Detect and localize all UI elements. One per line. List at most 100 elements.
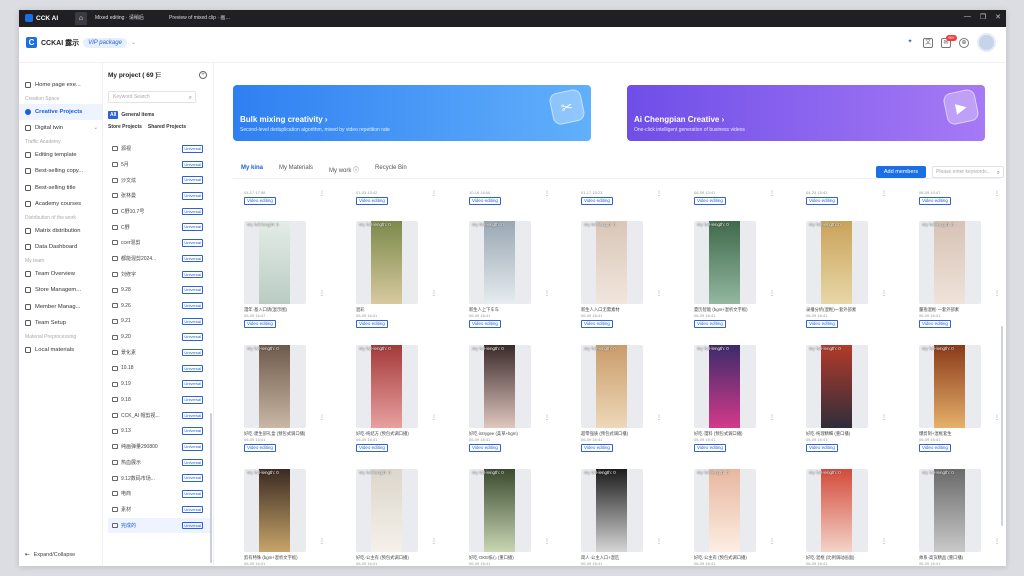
video-thumbnail[interactable]: My full-length: 0 bbox=[356, 469, 418, 552]
window-tab-1[interactable]: Mixed editing · 请稍后 bbox=[91, 13, 148, 24]
more-icon[interactable]: ⋮ bbox=[656, 539, 662, 545]
more-icon[interactable]: ⋮ bbox=[769, 291, 775, 297]
video-thumbnail[interactable]: My full-length: 0 bbox=[806, 221, 868, 304]
folder-item[interactable]: 都能混剪2024... Universal bbox=[108, 251, 212, 267]
tab-my-materials[interactable]: My Materials bbox=[279, 165, 313, 174]
video-thumbnail[interactable]: My full-length: 0 bbox=[244, 469, 306, 552]
sidebar-item[interactable]: Data Dashboard bbox=[19, 239, 102, 256]
folder-item[interactable]: 素材 Universal bbox=[108, 502, 212, 518]
home-tab[interactable]: ⌂ bbox=[75, 12, 87, 25]
video-thumbnail[interactable]: My full-length: 0 bbox=[469, 469, 531, 552]
sidebar-item[interactable]: Matrix distribution bbox=[19, 223, 102, 240]
more-icon[interactable]: ⋮ bbox=[319, 291, 325, 297]
more-icon[interactable]: ⋮ bbox=[656, 191, 662, 197]
more-icon[interactable]: ⋮ bbox=[769, 415, 775, 421]
video-thumbnail[interactable]: My full-length: 0 bbox=[694, 221, 756, 304]
more-icon[interactable]: ⋮ bbox=[431, 291, 437, 297]
tab-my-work[interactable]: My work ⓘ bbox=[329, 165, 359, 174]
more-icon[interactable]: ⋮ bbox=[544, 291, 550, 297]
vip-badge[interactable]: VIP package bbox=[83, 37, 127, 48]
filter-store[interactable]: Store Projects bbox=[108, 124, 142, 130]
folder-item[interactable]: 9.20 Universal bbox=[108, 329, 212, 345]
sidebar-item[interactable]: Store Managem... bbox=[19, 282, 102, 299]
video-thumbnail[interactable]: My full-length: 0 bbox=[244, 221, 306, 304]
folder-item[interactable]: ccer混剪 Universal bbox=[108, 235, 212, 251]
folder-item[interactable]: 刘修字 Universal bbox=[108, 267, 212, 283]
more-icon[interactable]: ⋮ bbox=[769, 191, 775, 197]
video-thumbnail[interactable]: My full-length: 0 bbox=[581, 469, 643, 552]
folder-item[interactable]: 沙文炫 Universal bbox=[108, 172, 212, 188]
folder-item[interactable]: 纯画弹量290800 Universal bbox=[108, 439, 212, 455]
folder-item[interactable]: 9.28 Universal bbox=[108, 282, 212, 298]
video-thumbnail[interactable]: My full-length: 0 bbox=[469, 221, 531, 304]
video-thumbnail[interactable]: My full-length: 0 bbox=[356, 221, 418, 304]
more-icon[interactable]: ⋮ bbox=[769, 539, 775, 545]
folder-item[interactable]: 5月 Universal bbox=[108, 157, 212, 173]
message-icon[interactable]: ✉ 99+ bbox=[941, 34, 957, 48]
more-icon[interactable]: ⋮ bbox=[544, 191, 550, 197]
video-thumbnail[interactable]: My full-length: 0 bbox=[694, 469, 756, 552]
sidebar-item[interactable]: Best-selling copy... bbox=[19, 163, 102, 180]
folder-item[interactable]: 9.21 Universal bbox=[108, 314, 212, 330]
video-thumbnail[interactable]: My full-length: 0 bbox=[919, 469, 981, 552]
add-project-icon[interactable]: + bbox=[199, 71, 207, 79]
more-icon[interactable]: ⋮ bbox=[544, 415, 550, 421]
close-button[interactable]: ✕ bbox=[995, 13, 1001, 21]
video-thumbnail[interactable]: My full-length: 0 bbox=[806, 469, 868, 552]
more-icon[interactable]: ⋮ bbox=[881, 191, 887, 197]
bulk-mixing-banner[interactable]: Bulk mixing creativity › Second-level de… bbox=[233, 85, 591, 141]
filter-general[interactable]: General items bbox=[121, 112, 154, 118]
folder-item[interactable]: 10.18 Universal bbox=[108, 361, 212, 377]
more-icon[interactable]: ⋮ bbox=[431, 191, 437, 197]
video-thumbnail[interactable]: My full-length: 0 bbox=[469, 345, 531, 428]
folder-item[interactable]: 9.26 Universal bbox=[108, 298, 212, 314]
folder-item[interactable]: 电商 Universal bbox=[108, 486, 212, 502]
main-scrollbar[interactable] bbox=[1001, 326, 1003, 526]
sidebar-item[interactable]: Editing template bbox=[19, 147, 102, 164]
folder-scrollbar[interactable] bbox=[210, 413, 212, 563]
folder-item[interactable]: 景化素 Universal bbox=[108, 345, 212, 361]
more-icon[interactable]: ⋮ bbox=[994, 291, 1000, 297]
more-icon[interactable]: ⋮ bbox=[319, 539, 325, 545]
add-members-button[interactable]: Add members bbox=[876, 166, 926, 178]
folder-item[interactable]: C野 Universal bbox=[108, 219, 212, 235]
more-icon[interactable]: ⋮ bbox=[881, 415, 887, 421]
video-thumbnail[interactable]: My full-length: 0 bbox=[356, 345, 418, 428]
video-thumbnail[interactable]: My full-length: 0 bbox=[919, 345, 981, 428]
folder-item[interactable]: CCK_AI 帽剪视... Universal bbox=[108, 408, 212, 424]
sidebar-item[interactable]: Team Setup bbox=[19, 315, 102, 332]
globe-icon[interactable]: ⊕ bbox=[959, 37, 969, 48]
more-icon[interactable]: ⋮ bbox=[994, 415, 1000, 421]
ai-chengpian-banner[interactable]: Ai Chengpian Creative › One-click intell… bbox=[627, 85, 985, 141]
video-thumbnail[interactable]: My full-length: 0 bbox=[806, 345, 868, 428]
folder-item[interactable]: C野10.7号 Universal bbox=[108, 204, 212, 220]
more-icon[interactable]: ⋮ bbox=[544, 539, 550, 545]
sidebar-item[interactable]: Local materials bbox=[19, 342, 102, 359]
keyword-search-input[interactable]: Please enter keywords... ⌕ bbox=[932, 166, 1004, 178]
sidebar-item[interactable]: Member Manag... bbox=[19, 299, 102, 316]
expand-collapse-button[interactable]: ⇤ Expand/Collapse bbox=[25, 552, 75, 558]
more-icon[interactable]: ⋮ bbox=[656, 415, 662, 421]
more-icon[interactable]: ⋮ bbox=[319, 191, 325, 197]
sidebar-item[interactable]: Academy courses bbox=[19, 196, 102, 213]
minimize-button[interactable]: — bbox=[964, 13, 971, 21]
sidebar-item[interactable]: Creative Projects bbox=[19, 103, 102, 120]
video-thumbnail[interactable]: My full-length: 0 bbox=[694, 345, 756, 428]
video-thumbnail[interactable]: My full-length: 0 bbox=[244, 345, 306, 428]
folder-item[interactable]: 9.13 Universal bbox=[108, 423, 212, 439]
tab-my-kina[interactable]: My kina bbox=[241, 165, 264, 179]
more-icon[interactable]: ⋮ bbox=[994, 539, 1000, 545]
project-search-input[interactable]: Keyword Search ⌕ bbox=[108, 91, 196, 103]
more-icon[interactable]: ⋮ bbox=[431, 539, 437, 545]
filter-shared[interactable]: Shared Projects bbox=[148, 124, 186, 130]
folder-item[interactable]: 源视 Universal bbox=[108, 141, 212, 157]
video-thumbnail[interactable]: My full-length: 0 bbox=[919, 221, 981, 304]
sidebar-item[interactable]: Digital twin ⌄ bbox=[19, 120, 102, 137]
window-tab-2[interactable]: Preview of mixed clip · 画… bbox=[165, 13, 234, 24]
sidebar-item[interactable]: Best-selling title bbox=[19, 180, 102, 197]
maximize-button[interactable]: ❐ bbox=[980, 13, 986, 21]
folder-item[interactable]: 9.12数码市场... Universal bbox=[108, 470, 212, 486]
sidebar-item[interactable]: Home page exe... bbox=[19, 77, 102, 94]
more-icon[interactable]: ⋮ bbox=[881, 539, 887, 545]
filter-all[interactable]: All bbox=[108, 111, 119, 119]
